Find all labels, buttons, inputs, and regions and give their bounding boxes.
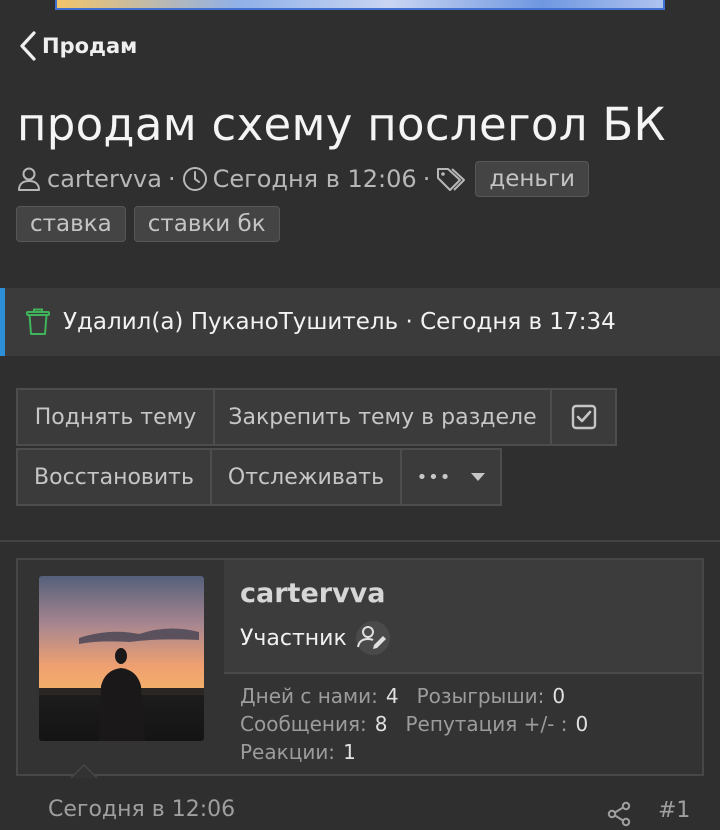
stat-value: 8 [374, 712, 388, 736]
stats-row: Дней с нами: 4 Розыгрыши: 0 [240, 682, 606, 710]
caret-down-icon [471, 473, 486, 481]
deleted-notice-text: Удалил(а) ПуканоТушитель · Сегодня в 17:… [63, 309, 616, 335]
post-user-stats: Дней с нами: 4 Розыгрыши: 0 Сообщения: 8 Репу… [240, 682, 606, 766]
avatar[interactable] [39, 576, 204, 741]
thread-meta: cartervva · Сегодня в 12:06 · деньги ста… [16, 160, 706, 242]
post-caret [70, 764, 98, 778]
restore-label: Восстановить [34, 464, 194, 490]
post-date[interactable]: Сегодня в 12:06 [48, 797, 235, 822]
top-banner-image [55, 0, 665, 10]
stat-label: Сообщения: [240, 712, 367, 736]
clock-icon [182, 167, 207, 191]
select-checkbox-button[interactable] [550, 388, 617, 446]
trash-icon [26, 308, 50, 335]
meta-separator: · [167, 165, 176, 193]
raise-thread-label: Поднять тему [34, 404, 197, 430]
tags-icon [437, 168, 466, 191]
back-link-label: Продам [42, 34, 138, 58]
tag-chip[interactable]: ставка [16, 206, 126, 242]
back-link[interactable]: Продам [18, 30, 137, 62]
post-username[interactable]: cartervva [240, 578, 386, 609]
post-user-header: cartervva Участник [224, 560, 702, 674]
watch-button[interactable]: Отслеживать [210, 448, 402, 506]
tags-indicator [436, 160, 475, 198]
meta-separator: · [422, 165, 431, 193]
pin-thread-button[interactable]: Закрепить тему в разделе [213, 388, 552, 446]
stat-label: Реакции: [240, 740, 336, 764]
tag-chip[interactable]: деньги [475, 161, 590, 197]
post-user-role: Участник [240, 620, 391, 656]
thread-date[interactable]: Сегодня в 12:06 [182, 160, 417, 198]
pin-thread-label: Закрепить тему в разделе [228, 404, 537, 430]
user-icon [18, 167, 40, 191]
raise-thread-button[interactable]: Поднять тему [16, 388, 215, 446]
stat-label: Репутация +/- : [405, 712, 568, 736]
share-icon[interactable] [606, 801, 632, 827]
checkbox-icon [571, 404, 596, 430]
tag-chip[interactable]: ставки бк [133, 206, 280, 242]
stats-row: Реакции: 1 [240, 738, 606, 766]
thread-date-text: Сегодня в 12:06 [212, 165, 417, 193]
more-actions-button[interactable]: ••• [400, 448, 502, 506]
chevron-left-icon [20, 31, 36, 61]
post-number[interactable]: #1 [658, 798, 690, 823]
deleted-notice: Удалил(а) ПуканоТушитель · Сегодня в 17:… [0, 288, 720, 356]
post-card: cartervva Участник Дней с нами: 4 Розыгрыш… [16, 558, 704, 778]
stat-label: Розыгрыши: [416, 684, 545, 708]
watch-label: Отслеживать [227, 464, 385, 490]
section-divider [0, 540, 720, 542]
thread-author[interactable]: cartervva [16, 160, 162, 198]
stat-label: Дней с нами: [240, 684, 378, 708]
stat-value: 0 [552, 684, 566, 708]
more-actions-label: ••• [416, 466, 452, 488]
post-user-role-label: Участник [240, 625, 347, 651]
avatar-image [39, 576, 204, 741]
restore-button[interactable]: Восстановить [16, 448, 212, 506]
stats-row: Сообщения: 8 Репутация +/- : 0 [240, 710, 606, 738]
user-edit-icon [355, 621, 390, 655]
stat-value: 4 [385, 684, 399, 708]
stat-value: 1 [343, 740, 356, 764]
thread-title: продам схему послегол БК [17, 98, 666, 151]
thread-author-name: cartervva [47, 165, 162, 193]
stat-value: 0 [575, 712, 589, 736]
